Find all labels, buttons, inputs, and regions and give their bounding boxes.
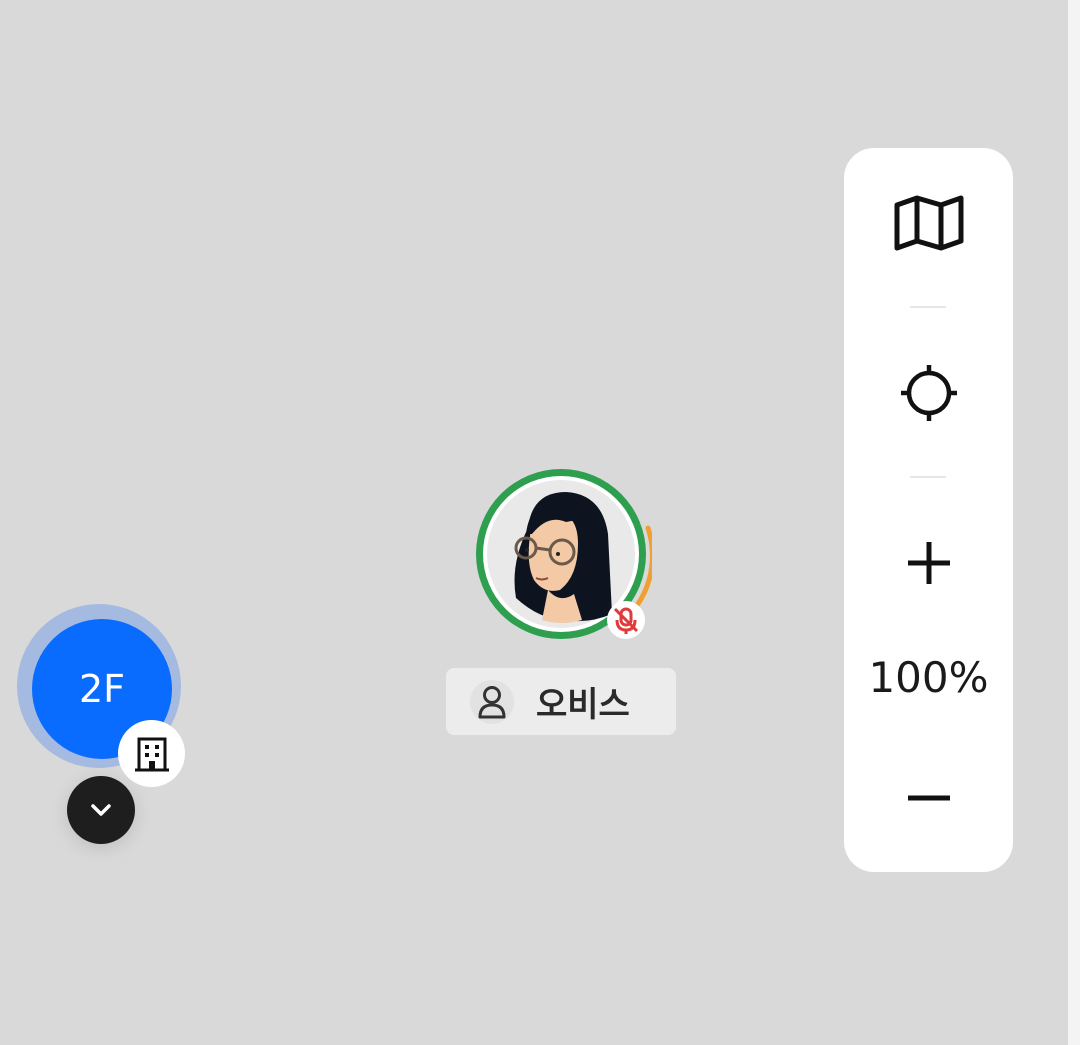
floor-expand-button[interactable] (67, 776, 135, 844)
right-edge (1068, 0, 1080, 1045)
divider (910, 306, 946, 308)
floor-label: 2F (78, 667, 126, 711)
person-icon (470, 679, 514, 724)
zoom-in-button[interactable] (844, 518, 1013, 608)
crosshair-icon (900, 365, 957, 421)
map-icon (894, 195, 963, 251)
divider (910, 476, 946, 478)
user-name-tag[interactable]: 오비스 (446, 668, 676, 735)
locate-me-button[interactable] (844, 348, 1013, 438)
building-icon (134, 737, 169, 771)
chevron-down-icon (91, 804, 111, 816)
user-avatar-marker[interactable] (470, 464, 655, 646)
map-control-panel: 100% (844, 148, 1013, 872)
user-name: 오비스 (536, 685, 630, 725)
zoom-out-button[interactable] (844, 753, 1013, 843)
building-badge (118, 720, 185, 787)
map-view-button[interactable] (844, 178, 1013, 268)
mic-off-icon (607, 601, 645, 639)
plus-icon (907, 542, 950, 584)
minus-icon (907, 795, 950, 801)
zoom-level: 100% (868, 653, 989, 702)
